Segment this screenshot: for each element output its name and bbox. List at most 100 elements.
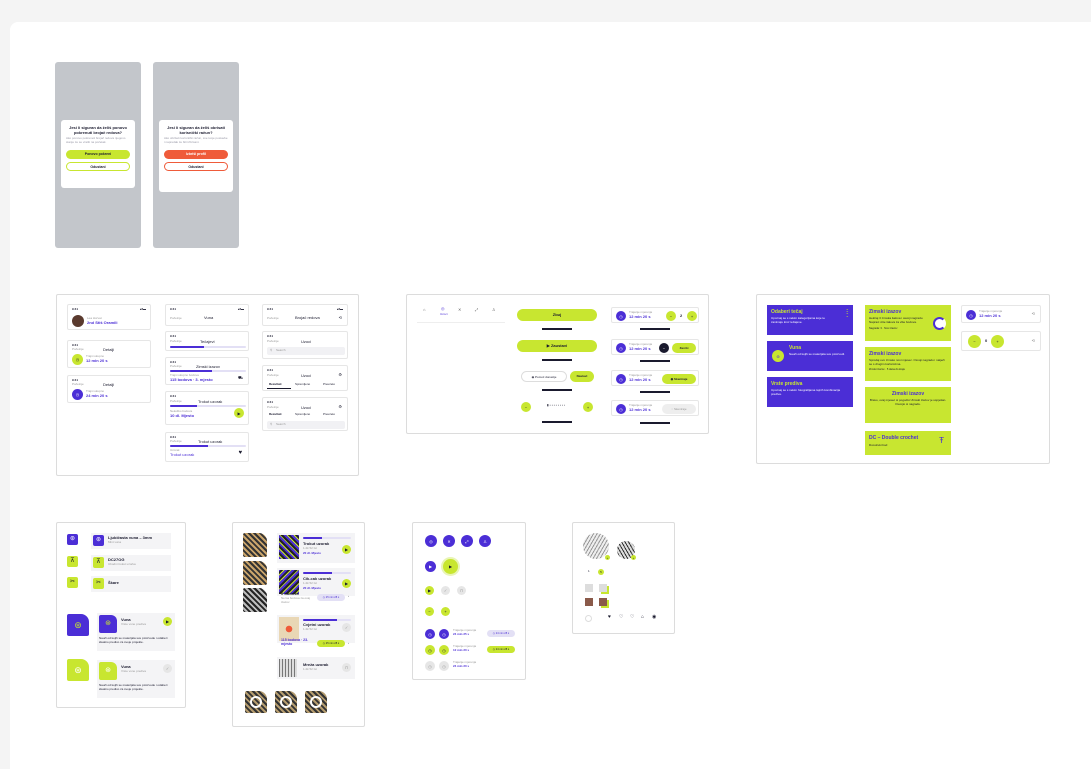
avatar[interactable] (599, 598, 607, 606)
refresh-icon[interactable]: ⟲ (1032, 338, 1035, 344)
stitch-thumb[interactable] (275, 691, 297, 713)
yarn-icon-tile[interactable]: ⊛ (67, 534, 78, 545)
check-icon[interactable]: ✓ (342, 623, 351, 632)
minus-icon[interactable]: − (659, 343, 669, 353)
pattern-card[interactable]: 9:41 Početnje Trokut uzorak Uzorak Troku… (165, 432, 249, 462)
pattern-thumb[interactable] (243, 588, 267, 612)
start-button[interactable]: Zbuj (517, 309, 597, 321)
store-icon[interactable]: ⌂ (641, 614, 644, 621)
wool-thumb[interactable]: ⊛ (67, 659, 89, 681)
profile-icon[interactable]: ♙ (492, 307, 496, 313)
back-link[interactable]: Početnje (267, 316, 279, 321)
continue-button[interactable]: Nastavi (570, 371, 594, 382)
tools-icon[interactable]: ✕ (443, 535, 455, 547)
yarn-types-card[interactable]: Vrste prediva Upoznaj se s nekim fotogra… (767, 377, 853, 407)
back-link[interactable]: Početnje (267, 339, 279, 344)
heart-outline-icon[interactable]: ♡ (619, 614, 623, 621)
list-item[interactable]: ⊼ DC27OG Ubodni trokut uzorka (91, 555, 171, 571)
donate-button[interactable]: ◉ Pomoć donacije (521, 371, 567, 382)
back-link[interactable]: Početnje (170, 399, 182, 404)
row-slider[interactable]: − ▮•••••••• + (517, 401, 597, 413)
back-link[interactable]: Početnje (267, 373, 279, 378)
pause-button[interactable]: ▶ Zaustavi (517, 340, 597, 352)
wool-card[interactable]: ⊛ Vuna Nauči od kojih se materijala sve … (767, 341, 853, 371)
heart-icon[interactable]: ♥ (608, 614, 611, 621)
plus-icon[interactable]: + (687, 311, 697, 321)
tab-saved[interactable]: Spremljeno (295, 412, 310, 417)
cancel-button[interactable]: Odustani (164, 161, 228, 171)
wool-card[interactable]: ⊛ Vuna Vrste vune prediva ▶ Nauči od koj… (97, 613, 175, 651)
pattern-thumb[interactable] (243, 561, 267, 585)
avatar[interactable] (585, 598, 593, 606)
refresh-icon[interactable]: ⟲ (1032, 311, 1035, 317)
timer-icon[interactable]: ◷ (425, 645, 435, 655)
timer-icon[interactable]: ◷ (425, 629, 435, 639)
tools-icon[interactable]: ✕ (458, 307, 461, 313)
play-icon[interactable]: ▶ (425, 586, 434, 595)
back-link[interactable]: Početnje (170, 339, 182, 344)
list-item[interactable]: 9:41 Početnje Detalji ◷ Trajni ukupno 24… (67, 375, 151, 403)
check-icon[interactable]: ✓ (441, 586, 450, 595)
search-input[interactable]: ⚲ Search (267, 421, 345, 429)
tab-downloaded[interactable]: Preuzeto (323, 382, 335, 387)
pattern-card[interactable]: Mreža uzorak 1.2k 52 Ist ⊓ (277, 657, 355, 679)
back-link[interactable]: Početnje (170, 439, 182, 444)
wool-thumb[interactable]: ⊛ (67, 614, 89, 636)
list-item[interactable]: ✂ Škare (91, 576, 171, 592)
minus-icon[interactable]: − (425, 607, 434, 616)
pattern-card[interactable]: 9:41 Početnje Trokut uzorak Nekoliko bod… (165, 391, 249, 425)
lock-icon[interactable]: ⊓ (342, 663, 351, 672)
finish-button[interactable]: Završi (672, 343, 696, 353)
filter-icon[interactable]: ⚙ (338, 404, 342, 410)
home-icon[interactable]: ⌂ (423, 307, 425, 313)
restart-button[interactable]: Ponovo pokreni (66, 149, 130, 159)
check-icon[interactable]: ✓ (163, 664, 172, 673)
timer-icon[interactable]: ◷ (439, 661, 449, 671)
lock-icon[interactable]: ⊓ (457, 586, 466, 595)
chevron-right-icon[interactable]: › (348, 641, 349, 646)
scissors-icon-tile[interactable]: ✂ (67, 577, 78, 588)
pattern-thumb[interactable] (243, 533, 267, 557)
timer-icon[interactable]: ◷ (425, 661, 435, 671)
play-icon[interactable]: ▶ (234, 408, 244, 418)
placeholder-thumb-active[interactable] (599, 584, 607, 592)
cancel-button[interactable]: Odustani (66, 161, 130, 171)
plus-icon[interactable]: + (991, 335, 1004, 348)
scan-button[interactable]: ◉ Skeniraje (662, 374, 696, 384)
stitch-thumb[interactable] (245, 691, 267, 713)
placeholder-thumb[interactable] (585, 584, 593, 592)
delete-profile-button[interactable]: Izbriši profil (164, 149, 228, 159)
play-icon[interactable]: ▶ (342, 579, 351, 588)
winter-challenge-card[interactable]: Zimski izazov Hekiraj 3 zimska šalova i … (865, 305, 951, 341)
pattern-icon[interactable]: ◎ (441, 306, 445, 312)
refresh-icon[interactable]: ⟲ (339, 315, 342, 321)
back-link[interactable]: Početnje (170, 364, 182, 369)
plus-icon[interactable]: + (583, 402, 593, 412)
winter-challenge-card[interactable]: Zimski izazov Sprodaj ovo zimsko novi mj… (865, 347, 951, 381)
scan-button-disabled[interactable]: ◌ Skeniraje (662, 404, 696, 414)
pattern-card[interactable]: Trokut uzorak 1.2k 52 Ist 20 dl. Mjesto … (277, 533, 355, 563)
camera-icon[interactable]: ◉ (652, 614, 656, 621)
hook-icon[interactable]: ⤢ (461, 535, 473, 547)
stitch-thumb[interactable] (305, 691, 327, 713)
minus-icon[interactable]: − (666, 311, 676, 321)
play-icon[interactable]: ▶ (163, 617, 172, 626)
list-item[interactable]: ⊛ Ljubičasta vuna – 3mm Mint vuna (91, 533, 171, 549)
profile-card[interactable]: 9:41 ▴▾▬ Lea Horvat 2nd Stiš Oramili (67, 304, 151, 330)
heart-icon[interactable]: ♥ (238, 450, 242, 457)
search-input[interactable]: ⚲ Search (267, 347, 345, 355)
winter-challenge-card[interactable]: Zimski izazov Bravo, ovaj mjesec si pogo… (865, 387, 951, 423)
wool-card[interactable]: ⊛ Vuna Vrste vune prediva ✓ Nauči od koj… (97, 660, 175, 698)
plus-icon[interactable]: + (441, 607, 450, 616)
play-icon[interactable]: ▶ (425, 561, 436, 572)
tab-results[interactable]: Rezultati (269, 382, 282, 387)
play-icon[interactable]: ▶ (443, 559, 458, 574)
pattern-icon[interactable]: ◎ (425, 535, 437, 547)
filter-icon[interactable]: ⚙ (338, 372, 342, 378)
play-icon[interactable]: ▶ (342, 545, 351, 554)
hook-icon-tile[interactable]: ⊼ (67, 556, 78, 567)
tab-downloaded[interactable]: Preuzeto (323, 412, 335, 417)
course-card[interactable]: Odaberi tečaj Upoznaj se s nekim kategor… (767, 305, 853, 335)
stitch-card[interactable]: DC – Double crochet Dvostruki bod Ŧ (865, 431, 951, 455)
minus-icon[interactable]: − (521, 402, 531, 412)
